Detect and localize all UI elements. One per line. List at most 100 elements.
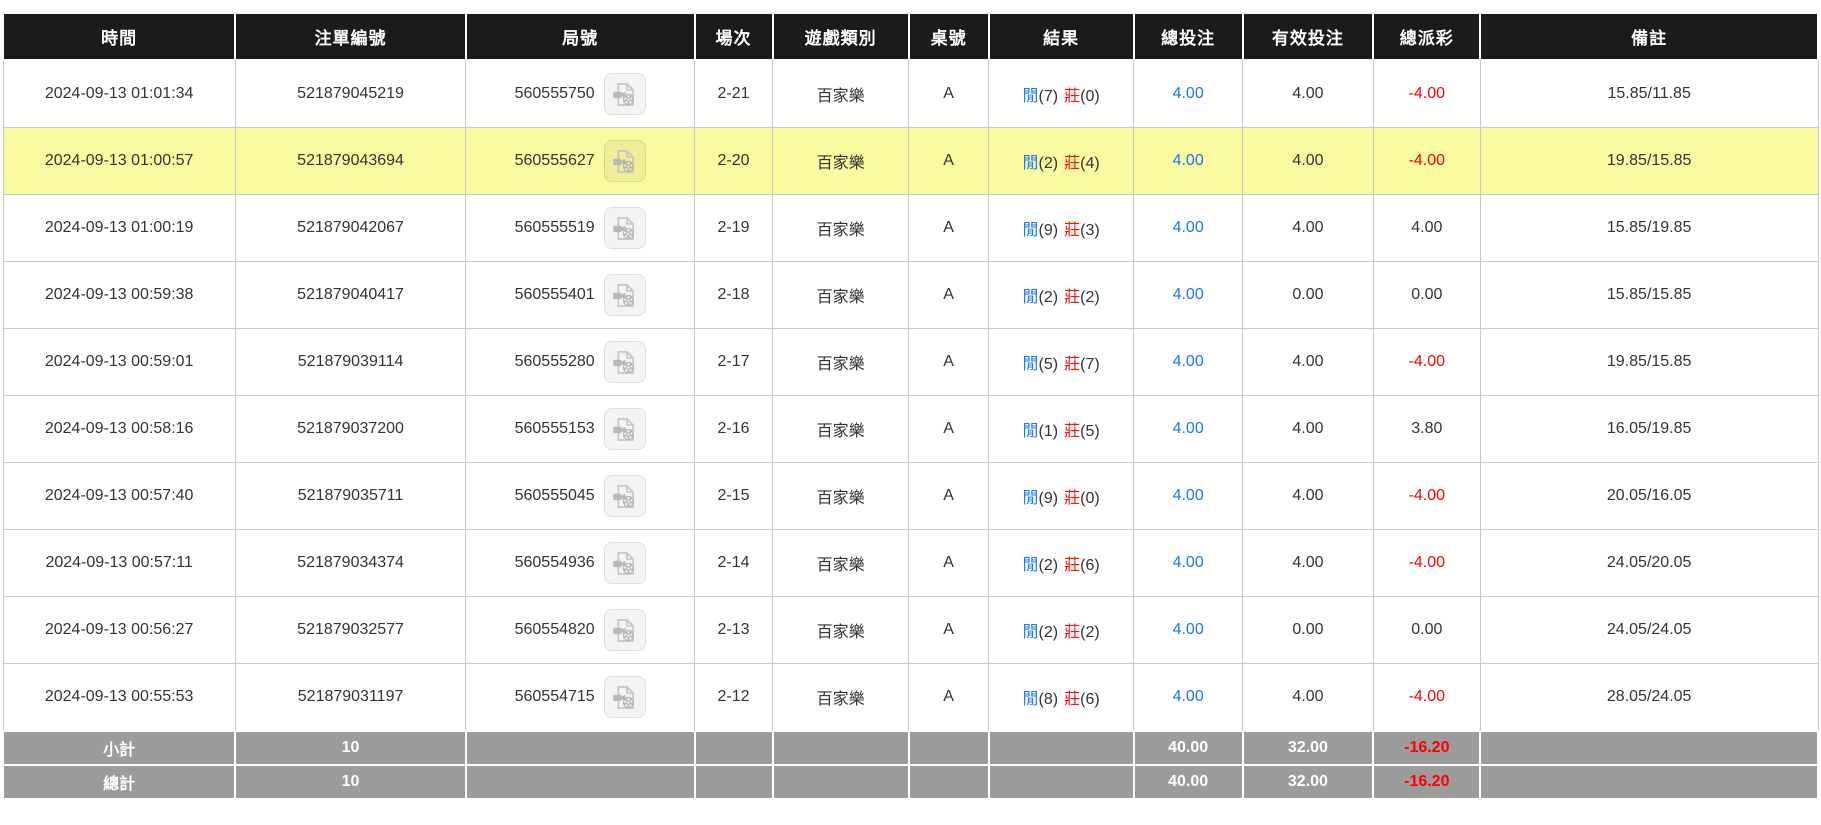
video-file-icon bbox=[613, 216, 635, 240]
total-bet-link[interactable]: 4.00 bbox=[1173, 286, 1204, 303]
result-cell: 閒(2) 莊(2) bbox=[988, 596, 1135, 664]
remark-cell: 15.85/19.85 bbox=[1479, 194, 1819, 262]
table-row[interactable]: 2024-09-13 00:59:38 521879040417 5605554… bbox=[2, 261, 1819, 329]
total-bet-link[interactable]: 4.00 bbox=[1173, 487, 1204, 504]
result-player-label: 閒 bbox=[1022, 88, 1039, 105]
table-summary: 小計 10 40.00 32.00 -16.20 總計 10 40.00 32.… bbox=[1, 730, 1819, 800]
game-type-cell: 百家樂 bbox=[772, 663, 910, 732]
total-bet-link[interactable]: 4.00 bbox=[1173, 353, 1204, 370]
table-row[interactable]: 2024-09-13 01:01:34 521879045219 5605557… bbox=[2, 59, 1819, 128]
session-cell: 2-17 bbox=[693, 328, 774, 396]
table-row[interactable]: 2024-09-13 00:55:53 521879031197 5605547… bbox=[2, 663, 1819, 732]
total-bet-cell: 4.00 bbox=[1133, 529, 1244, 597]
video-replay-button[interactable] bbox=[603, 207, 646, 249]
total-payout-cell: -4.00 bbox=[1372, 127, 1481, 195]
result-player-label: 閒 bbox=[1022, 423, 1039, 440]
footer-empty-cell bbox=[1479, 730, 1819, 766]
total-payout-cell: -4.00 bbox=[1372, 663, 1481, 732]
video-replay-button[interactable] bbox=[603, 73, 646, 115]
table-no-cell: A bbox=[908, 127, 990, 195]
bet-id-cell: 521879037200 bbox=[234, 395, 467, 463]
valid-bet-cell: 4.00 bbox=[1242, 328, 1374, 396]
result-banker-label: 莊 bbox=[1064, 624, 1081, 641]
total-bet-link[interactable]: 4.00 bbox=[1173, 420, 1204, 437]
result-banker-points: (6) bbox=[1080, 691, 1100, 708]
valid-bet-cell: 4.00 bbox=[1242, 127, 1374, 195]
session-cell: 2-15 bbox=[693, 462, 774, 530]
result-banker-label: 莊 bbox=[1064, 88, 1081, 105]
round-id-cell: 560554820 bbox=[465, 596, 695, 664]
table-row[interactable]: 2024-09-13 01:00:57 521879043694 5605556… bbox=[2, 127, 1819, 195]
total-bet-cell: 4.00 bbox=[1133, 194, 1244, 262]
remark-cell: 16.05/19.85 bbox=[1479, 395, 1819, 463]
table-row[interactable]: 2024-09-13 00:58:16 521879037200 5605551… bbox=[2, 395, 1819, 463]
result-banker-label: 莊 bbox=[1064, 557, 1081, 574]
video-file-icon bbox=[613, 149, 635, 173]
time-cell: 2024-09-13 00:59:38 bbox=[2, 261, 236, 329]
result-banker-label: 莊 bbox=[1064, 155, 1081, 172]
header-remark: 備註 bbox=[1479, 12, 1819, 61]
bet-history-table: 時間 注單編號 局號 場次 遊戲類別 桌號 結果 總投注 有效投注 總派彩 備註… bbox=[1, 12, 1819, 800]
game-type-cell: 百家樂 bbox=[772, 194, 910, 262]
video-replay-button[interactable] bbox=[603, 274, 646, 316]
result-cell: 閒(9) 莊(3) bbox=[988, 194, 1135, 262]
valid-bet-cell: 0.00 bbox=[1242, 261, 1374, 329]
bet-id-cell: 521879039114 bbox=[234, 328, 467, 396]
subtotal-valid-bet: 32.00 bbox=[1241, 730, 1375, 766]
table-row[interactable]: 2024-09-13 00:56:27 521879032577 5605548… bbox=[2, 596, 1819, 664]
total-bet-cell: 4.00 bbox=[1133, 328, 1244, 396]
result-player-points: (9) bbox=[1038, 222, 1059, 239]
time-cell: 2024-09-13 01:00:57 bbox=[2, 127, 236, 195]
total-bet-link[interactable]: 4.00 bbox=[1173, 621, 1204, 638]
video-replay-button[interactable] bbox=[603, 609, 646, 651]
result-banker-label: 莊 bbox=[1064, 423, 1081, 440]
remark-cell: 28.05/24.05 bbox=[1479, 663, 1819, 732]
result-player-label: 閒 bbox=[1022, 557, 1039, 574]
result-cell: 閒(2) 莊(4) bbox=[988, 127, 1135, 195]
subtotal-label: 小計 bbox=[1, 730, 237, 766]
round-id-value: 560555401 bbox=[514, 286, 595, 303]
valid-bet-cell: 4.00 bbox=[1242, 194, 1374, 262]
result-banker-points: (6) bbox=[1080, 557, 1100, 574]
session-cell: 2-19 bbox=[693, 194, 774, 262]
time-cell: 2024-09-13 00:57:11 bbox=[2, 529, 236, 597]
footer-empty-cell bbox=[987, 730, 1135, 766]
video-file-icon bbox=[613, 685, 635, 709]
remark-cell: 24.05/20.05 bbox=[1479, 529, 1819, 597]
table-row[interactable]: 2024-09-13 00:57:11 521879034374 5605549… bbox=[2, 529, 1819, 597]
video-replay-button[interactable] bbox=[603, 542, 646, 584]
result-banker-points: (7) bbox=[1080, 356, 1100, 373]
game-type-cell: 百家樂 bbox=[772, 596, 910, 664]
total-payout-cell: -4.00 bbox=[1372, 328, 1481, 396]
result-banker-label: 莊 bbox=[1064, 490, 1081, 507]
table-row[interactable]: 2024-09-13 00:59:01 521879039114 5605552… bbox=[2, 328, 1819, 396]
video-replay-button[interactable] bbox=[603, 676, 646, 718]
bet-id-cell: 521879043694 bbox=[234, 127, 467, 195]
total-bet-link[interactable]: 4.00 bbox=[1173, 152, 1204, 169]
round-id-value: 560555519 bbox=[514, 219, 595, 236]
remark-cell: 15.85/11.85 bbox=[1479, 59, 1819, 128]
video-replay-button[interactable] bbox=[603, 140, 646, 182]
time-cell: 2024-09-13 00:56:27 bbox=[2, 596, 236, 664]
result-banker-label: 莊 bbox=[1064, 356, 1081, 373]
result-player-points: (2) bbox=[1038, 624, 1059, 641]
time-cell: 2024-09-13 01:01:34 bbox=[2, 59, 236, 128]
subtotal-payout: -16.20 bbox=[1372, 730, 1482, 766]
header-valid-bet: 有效投注 bbox=[1241, 12, 1375, 61]
video-replay-button[interactable] bbox=[603, 408, 646, 450]
round-id-cell: 560555280 bbox=[465, 328, 695, 396]
table-row[interactable]: 2024-09-13 01:00:19 521879042067 5605555… bbox=[2, 194, 1819, 262]
total-bet-link[interactable]: 4.00 bbox=[1173, 554, 1204, 571]
footer-empty-cell bbox=[771, 730, 910, 766]
video-replay-button[interactable] bbox=[603, 341, 646, 383]
video-replay-button[interactable] bbox=[603, 475, 646, 517]
subtotal-count: 10 bbox=[234, 730, 467, 766]
total-bet-link[interactable]: 4.00 bbox=[1173, 688, 1204, 705]
result-player-label: 閒 bbox=[1022, 155, 1039, 172]
total-bet-link[interactable]: 4.00 bbox=[1173, 219, 1204, 236]
table-row[interactable]: 2024-09-13 00:57:40 521879035711 5605550… bbox=[2, 462, 1819, 530]
total-payout-cell: 0.00 bbox=[1372, 261, 1481, 329]
round-id-value: 560555153 bbox=[514, 420, 595, 437]
remark-cell: 24.05/24.05 bbox=[1479, 596, 1819, 664]
total-bet-link[interactable]: 4.00 bbox=[1173, 85, 1204, 102]
